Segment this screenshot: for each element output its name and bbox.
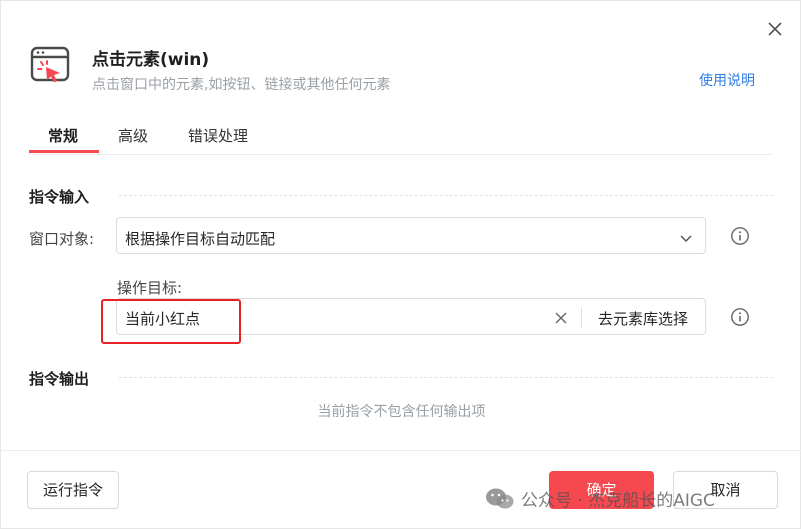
clear-icon[interactable]	[554, 310, 568, 324]
tab-advanced[interactable]: 高级	[118, 125, 148, 152]
info-icon[interactable]	[730, 307, 750, 327]
footer-divider	[1, 450, 801, 451]
window-object-select[interactable]: 根据操作目标自动匹配	[116, 217, 706, 254]
operation-target-label: 操作目标:	[117, 279, 183, 297]
close-icon[interactable]	[765, 19, 785, 39]
window-object-value: 根据操作目标自动匹配	[125, 230, 276, 248]
output-section-title: 指令输出	[29, 370, 90, 388]
run-command-button[interactable]: 运行指令	[27, 471, 119, 509]
click-element-dialog: 点击元素(win) 点击窗口中的元素,如按钮、链接或其他任何元素 使用说明 常规…	[0, 0, 801, 529]
tab-general[interactable]: 常规	[48, 125, 78, 152]
tab-bar: 常规 高级 错误处理	[29, 125, 773, 155]
click-element-icon	[30, 46, 72, 84]
input-divider	[581, 307, 582, 327]
section-divider	[119, 377, 773, 378]
cancel-button[interactable]: 取消	[673, 471, 778, 509]
dialog-title: 点击元素(win)	[92, 50, 210, 70]
input-section-title: 指令输入	[29, 188, 90, 206]
tab-error-handling[interactable]: 错误处理	[188, 125, 248, 152]
window-object-label: 窗口对象:	[29, 230, 95, 248]
operation-target-value: 当前小红点	[125, 310, 201, 328]
chevron-down-icon	[679, 230, 693, 249]
section-divider	[119, 195, 773, 196]
info-icon[interactable]	[730, 226, 750, 246]
dialog-subtitle: 点击窗口中的元素,如按钮、链接或其他任何元素	[92, 77, 391, 93]
element-library-button[interactable]: 去元素库选择	[598, 308, 688, 329]
active-tab-indicator	[29, 150, 99, 153]
empty-output-text: 当前指令不包含任何输出项	[317, 404, 486, 420]
confirm-button[interactable]: 确定	[549, 471, 654, 509]
wechat-icon	[485, 487, 515, 516]
operation-target-input[interactable]: 当前小红点 去元素库选择	[116, 298, 706, 335]
help-link[interactable]: 使用说明	[699, 70, 755, 90]
